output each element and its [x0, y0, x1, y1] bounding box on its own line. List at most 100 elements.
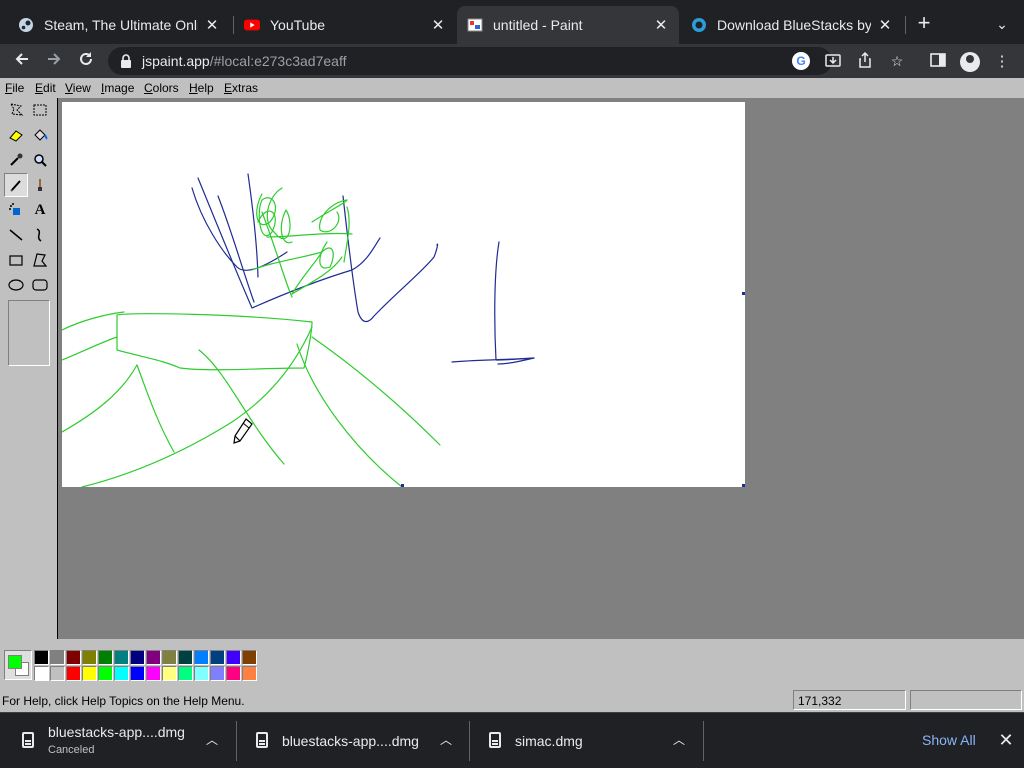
color-swatch[interactable]: [146, 650, 161, 665]
airbrush-tool[interactable]: [4, 198, 28, 222]
line-tool[interactable]: [4, 223, 28, 247]
install-app-icon[interactable]: [824, 52, 842, 70]
blue-stroke: [342, 195, 439, 323]
color-swatch[interactable]: [50, 650, 65, 665]
drawing-canvas[interactable]: [61, 102, 745, 488]
pencil-cursor-icon: [233, 418, 253, 444]
address-bar[interactable]: jspaint.app/#local:e273c3ad7eaff G ☆: [108, 47, 903, 75]
color-swatch[interactable]: [114, 650, 129, 665]
blue-stroke: [217, 195, 255, 303]
color-swatch[interactable]: [82, 666, 97, 681]
select-tool[interactable]: [28, 98, 52, 122]
back-button[interactable]: [9, 48, 35, 74]
url-path: /#local:e273c3ad7eaff: [209, 53, 347, 69]
color-swatch[interactable]: [130, 666, 145, 681]
menu-colors[interactable]: Colors: [144, 81, 179, 95]
rounded-rectangle-tool[interactable]: [28, 273, 52, 297]
cursor-position: 171,332: [793, 690, 906, 710]
magnifier-tool[interactable]: [28, 148, 52, 172]
resize-handle-bottom[interactable]: [401, 484, 404, 487]
curve-tool[interactable]: [28, 223, 52, 247]
share-icon[interactable]: [856, 51, 874, 70]
tool-options-panel[interactable]: [8, 300, 50, 366]
chevron-up-icon[interactable]: ︿: [438, 732, 454, 748]
color-swatch[interactable]: [226, 650, 241, 665]
google-icon[interactable]: G: [792, 52, 810, 70]
menu-file[interactable]: File: [5, 81, 24, 95]
color-swatch[interactable]: [66, 650, 81, 665]
resize-handle-corner[interactable]: [742, 484, 745, 487]
pick-color-tool[interactable]: [4, 148, 28, 172]
color-swatch[interactable]: [66, 666, 81, 681]
color-swatch[interactable]: [34, 650, 49, 665]
close-icon[interactable]: ✕: [204, 16, 220, 34]
new-tab-button[interactable]: +: [912, 12, 936, 36]
blue-stroke: [451, 357, 535, 363]
menu-image[interactable]: Image: [101, 81, 134, 95]
color-swatch[interactable]: [178, 650, 193, 665]
close-icon[interactable]: ✕: [996, 730, 1016, 750]
more-menu-icon[interactable]: ⋮: [992, 52, 1012, 72]
color-swatch[interactable]: [194, 650, 209, 665]
tab-youtube[interactable]: YouTube ✕: [234, 6, 456, 44]
close-icon[interactable]: ✕: [653, 16, 669, 34]
download-item[interactable]: bluestacks-app....dmg Canceled ︿: [0, 713, 232, 768]
pencil-tool[interactable]: [4, 173, 28, 197]
profile-avatar-icon[interactable]: [960, 52, 980, 72]
youtube-icon: [244, 17, 260, 33]
tab-paint[interactable]: untitled - Paint ✕: [457, 6, 679, 44]
color-swatch[interactable]: [82, 650, 97, 665]
color-swatch[interactable]: [162, 650, 177, 665]
color-swatch[interactable]: [210, 650, 225, 665]
foreground-color: [8, 655, 22, 669]
color-swatch[interactable]: [50, 666, 65, 681]
ellipse-tool[interactable]: [4, 273, 28, 297]
download-divider: [703, 721, 704, 761]
color-swatch[interactable]: [226, 666, 241, 681]
chevron-down-icon[interactable]: ⌄: [990, 12, 1014, 36]
fill-tool[interactable]: [28, 123, 52, 147]
chevron-up-icon[interactable]: ︿: [671, 732, 687, 748]
polygon-tool[interactable]: [28, 248, 52, 272]
chevron-up-icon[interactable]: ︿: [204, 732, 220, 748]
forward-button[interactable]: [41, 48, 67, 74]
resize-handle-right[interactable]: [742, 292, 745, 295]
download-item[interactable]: bluestacks-app....dmg ︿: [234, 713, 468, 768]
close-icon[interactable]: ✕: [877, 16, 893, 34]
green-stroke: [61, 336, 118, 361]
menu-help[interactable]: Help: [189, 81, 214, 95]
brush-tool[interactable]: [28, 173, 52, 197]
tab-bluestacks[interactable]: Download BlueStacks by Blu ✕: [681, 6, 903, 44]
download-item[interactable]: simac.dmg ︿: [467, 713, 701, 768]
rectangle-tool[interactable]: [4, 248, 28, 272]
tab-steam[interactable]: Steam, The Ultimate Online ✕: [8, 6, 230, 44]
color-swatch[interactable]: [34, 666, 49, 681]
color-swatch[interactable]: [242, 666, 257, 681]
green-stroke: [266, 232, 353, 238]
color-palette: [0, 639, 1024, 685]
color-swatch[interactable]: [242, 650, 257, 665]
color-swatch[interactable]: [98, 650, 113, 665]
color-swatch[interactable]: [114, 666, 129, 681]
green-stroke: [81, 326, 313, 488]
menu-view[interactable]: View: [65, 81, 91, 95]
text-tool[interactable]: A: [28, 198, 52, 222]
eraser-tool[interactable]: [4, 123, 28, 147]
show-all-link[interactable]: Show All: [922, 732, 976, 748]
color-swatch[interactable]: [162, 666, 177, 681]
close-icon[interactable]: ✕: [430, 16, 446, 34]
color-swatch[interactable]: [146, 666, 161, 681]
menu-edit[interactable]: Edit: [35, 81, 56, 95]
color-swatch[interactable]: [130, 650, 145, 665]
free-form-select-tool[interactable]: [4, 98, 28, 122]
toolbox: A: [0, 98, 56, 638]
bookmark-star-icon[interactable]: ☆: [888, 52, 906, 70]
menu-extras[interactable]: Extras: [224, 81, 258, 95]
color-swatch[interactable]: [210, 666, 225, 681]
color-swatch[interactable]: [194, 666, 209, 681]
color-swatch[interactable]: [178, 666, 193, 681]
color-swatch[interactable]: [98, 666, 113, 681]
tab-title: YouTube: [270, 17, 326, 33]
side-panel-icon[interactable]: [928, 52, 948, 72]
reload-button[interactable]: [73, 48, 99, 74]
